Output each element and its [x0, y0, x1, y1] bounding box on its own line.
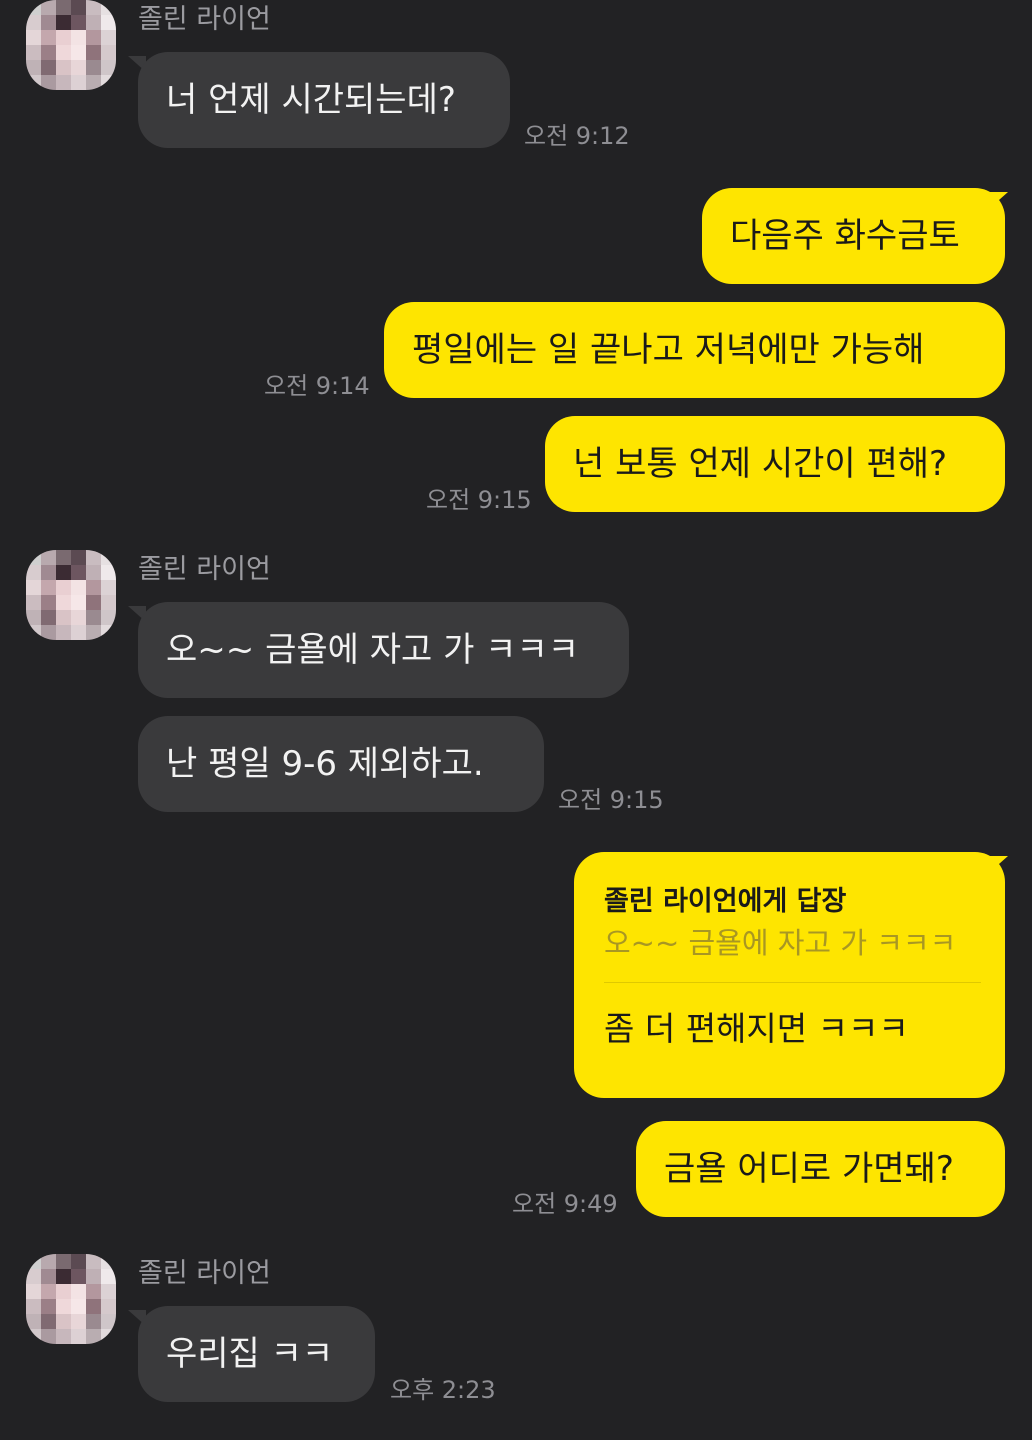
message-timestamp: 오전 9:15 — [558, 786, 664, 814]
reply-header: 졸린 라이언에게 답장 — [604, 886, 847, 917]
profile-avatar[interactable] — [26, 1254, 116, 1344]
sender-name: 졸린 라이언 — [138, 1258, 271, 1289]
reply-divider — [604, 982, 981, 983]
reply-message-text: 좀 더 편해지면 ㅋㅋㅋ — [604, 1009, 909, 1048]
message-timestamp: 오전 9:15 — [426, 486, 532, 514]
incoming-message[interactable]: 너 언제 시간되는데? — [138, 52, 510, 148]
profile-avatar[interactable] — [26, 550, 116, 640]
message-timestamp: 오후 2:23 — [390, 1376, 496, 1404]
outgoing-message[interactable]: 금욜 어디로 가면돼? — [636, 1121, 1005, 1217]
message-timestamp: 오전 9:14 — [264, 372, 370, 400]
sender-name: 졸린 라이언 — [138, 4, 271, 35]
outgoing-message[interactable]: 평일에는 일 끝나고 저녁에만 가능해 — [384, 302, 1005, 398]
profile-avatar[interactable] — [26, 0, 116, 90]
outgoing-reply-message[interactable]: 졸린 라이언에게 답장 오~~ 금욜에 자고 가 ㅋㅋㅋ 좀 더 편해지면 ㅋㅋ… — [574, 852, 1005, 1098]
message-timestamp: 오전 9:12 — [524, 122, 630, 150]
incoming-message[interactable]: 난 평일 9-6 제외하고. — [138, 716, 544, 812]
incoming-message[interactable]: 우리집 ㅋㅋ — [138, 1306, 375, 1402]
outgoing-message[interactable]: 다음주 화수금토 — [702, 188, 1005, 284]
outgoing-message[interactable]: 넌 보통 언제 시간이 편해? — [545, 416, 1005, 512]
incoming-message[interactable]: 오~~ 금욜에 자고 가 ㅋㅋㅋ — [138, 602, 629, 698]
message-timestamp: 오전 9:49 — [512, 1190, 618, 1218]
sender-name: 졸린 라이언 — [138, 554, 271, 585]
quoted-message[interactable]: 오~~ 금욜에 자고 가 ㅋㅋㅋ — [604, 922, 981, 964]
